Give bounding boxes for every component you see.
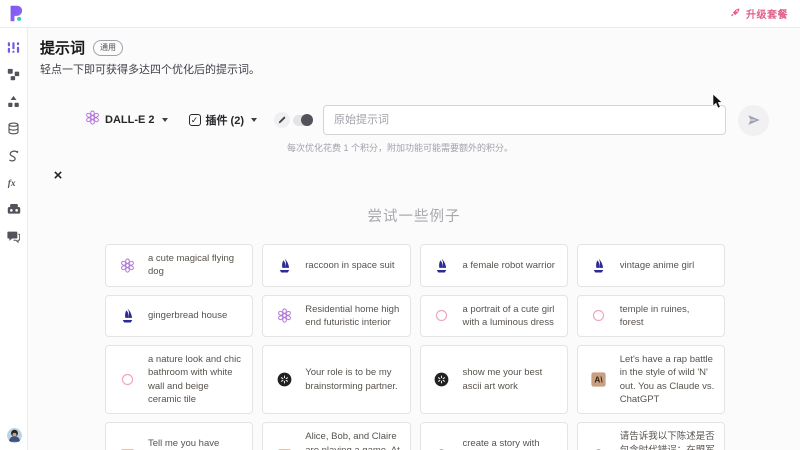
example-card[interactable]: a cute magical flying dog [105, 244, 253, 287]
example-card[interactable]: A\Alice, Bob, and Claire are playing a g… [262, 422, 410, 450]
example-card[interactable]: Residential home high end futuristic int… [262, 295, 410, 338]
svg-text:A\: A\ [595, 376, 604, 385]
example-card[interactable]: a nature look and chic bathroom with whi… [105, 345, 253, 414]
example-card-text: a portrait of a cute girl with a luminou… [463, 303, 558, 330]
example-card[interactable]: gingerbread house [105, 295, 253, 338]
example-card-text: a cute magical flying dog [148, 252, 243, 279]
openai-icon [106, 258, 148, 273]
hook-icon [7, 149, 20, 162]
sidebar-item-data[interactable] [7, 121, 21, 135]
robot-icon [7, 203, 21, 215]
openai-icon [263, 308, 305, 323]
svg-text:fx: fx [7, 179, 15, 189]
nodes-icon [7, 68, 20, 81]
sidebar-item-agents[interactable] [7, 202, 21, 216]
topbar: 升级套餐 [0, 0, 800, 28]
example-card[interactable]: temple in ruines, forest [577, 295, 725, 338]
sidebar-item-services[interactable] [7, 148, 21, 162]
example-card[interactable]: a female robot warrior [420, 244, 568, 287]
app-body: fx 提示词 [0, 28, 800, 450]
database-icon [7, 122, 20, 135]
plugins-label: 插件 (2) [206, 112, 245, 128]
midjourney-icon [578, 258, 620, 273]
example-card-text: show me your best ascii art work [463, 366, 558, 393]
example-card-text: raccoon in space suit [305, 259, 400, 272]
example-card[interactable]: show me your best ascii art work [420, 345, 568, 414]
sidebar-item-functions[interactable]: fx [7, 175, 21, 189]
page-subtitle: 轻点一下即可获得多达四个优化后的提示词。 [40, 61, 260, 77]
anthropic-icon: A\ [578, 372, 620, 387]
chevron-down-icon [251, 118, 257, 122]
example-card[interactable]: vintage anime girl [577, 244, 725, 287]
page-header: 提示词 通用 [40, 37, 123, 58]
sidebar-item-interpreter[interactable] [7, 67, 21, 81]
example-card[interactable]: a portrait of a cute girl with a luminou… [420, 295, 568, 338]
example-card-text: Tell me you have boyfriend without telli… [148, 437, 243, 450]
midjourney-icon [106, 308, 148, 323]
sidebar-item-plugins[interactable] [7, 94, 21, 108]
plugins-dropdown[interactable]: ✓ 插件 (2) [189, 112, 258, 128]
upgrade-plan-label: 升级套餐 [746, 6, 788, 21]
credits-helper-text: 每次优化花费 1 个积分，附加功能可能需要额外的积分。 [287, 141, 513, 154]
stable-diffusion-icon [578, 309, 620, 322]
example-card[interactable]: create a story with only words less than… [420, 422, 568, 450]
model-selector-dropdown[interactable]: DALL-E 2 [85, 110, 168, 130]
examples-grid: a cute magical flying dog raccoon in spac… [105, 244, 725, 450]
model-selector-label: DALL-E 2 [105, 114, 155, 126]
chatgpt-icon [263, 372, 305, 387]
example-card-text: temple in ruines, forest [620, 303, 715, 330]
pencil-icon [274, 112, 290, 128]
user-avatar[interactable] [7, 428, 22, 443]
example-card-text: 请告诉我以下陈述是否包含时代错误：在盟军轰炸硫磺岛海滩期间，拉尔夫大声... [620, 430, 715, 450]
send-plane-icon [747, 113, 761, 127]
toggle-switch[interactable] [293, 115, 313, 126]
example-card-text: gingerbread house [148, 309, 243, 322]
example-card[interactable]: raccoon in space suit [262, 244, 410, 287]
example-card-text: a female robot warrior [463, 259, 558, 272]
chatgpt-icon [421, 372, 463, 387]
main-content: 提示词 通用 轻点一下即可获得多达四个优化后的提示词。 DALL-E 2 ✓ 插… [28, 28, 800, 450]
example-card-text: Residential home high end futuristic int… [305, 303, 400, 330]
example-card[interactable]: Your role is to be my brainstorming part… [262, 345, 410, 414]
prompt-input[interactable] [323, 105, 726, 135]
sidebar-item-chat[interactable] [7, 229, 21, 243]
toggle-knob [301, 114, 313, 126]
sidebar-nav: fx [0, 28, 28, 450]
example-card-text: Alice, Bob, and Claire are playing a gam… [305, 430, 400, 450]
example-card-text: vintage anime girl [620, 259, 715, 272]
midjourney-icon [263, 258, 305, 273]
stable-diffusion-icon [421, 309, 463, 322]
send-button[interactable] [738, 105, 769, 136]
example-card-text: a nature look and chic bathroom with whi… [148, 353, 243, 406]
stable-diffusion-icon [106, 373, 148, 386]
examples-heading: 尝试一些例子 [28, 205, 800, 226]
example-card-text: Your role is to be my brainstorming part… [305, 366, 400, 393]
plugins-checkbox[interactable]: ✓ [189, 114, 201, 126]
page-title: 提示词 [40, 37, 85, 58]
title-badge: 通用 [93, 40, 123, 56]
close-examples-button[interactable]: × [50, 168, 66, 184]
example-card[interactable]: A\Tell me you have boyfriend without tel… [105, 422, 253, 450]
example-card[interactable]: 请告诉我以下陈述是否包含时代错误：在盟军轰炸硫磺岛海滩期间，拉尔夫大声... [577, 422, 725, 450]
chat-icon [7, 230, 20, 243]
example-card-text: create a story with only words less than… [463, 437, 558, 450]
chevron-down-icon [162, 118, 168, 122]
sidebar-item-prompts[interactable] [7, 40, 21, 54]
openai-icon [85, 110, 100, 130]
example-card[interactable]: A\ Let's have a rap battle in the style o… [577, 345, 725, 414]
upgrade-plan-button[interactable]: 升级套餐 [730, 5, 788, 23]
controls-row: DALL-E 2 ✓ 插件 (2) [85, 104, 769, 136]
rocket-icon [730, 5, 741, 23]
edit-mode-toggle[interactable] [274, 112, 313, 128]
example-card-text: Let's have a rap battle in the style of … [620, 353, 715, 406]
promptperfect-logo-icon[interactable] [8, 5, 24, 22]
prompt-optimizer-icon [7, 41, 20, 54]
tree-icon [7, 95, 20, 108]
midjourney-icon [421, 258, 463, 273]
fx-icon: fx [7, 176, 21, 189]
